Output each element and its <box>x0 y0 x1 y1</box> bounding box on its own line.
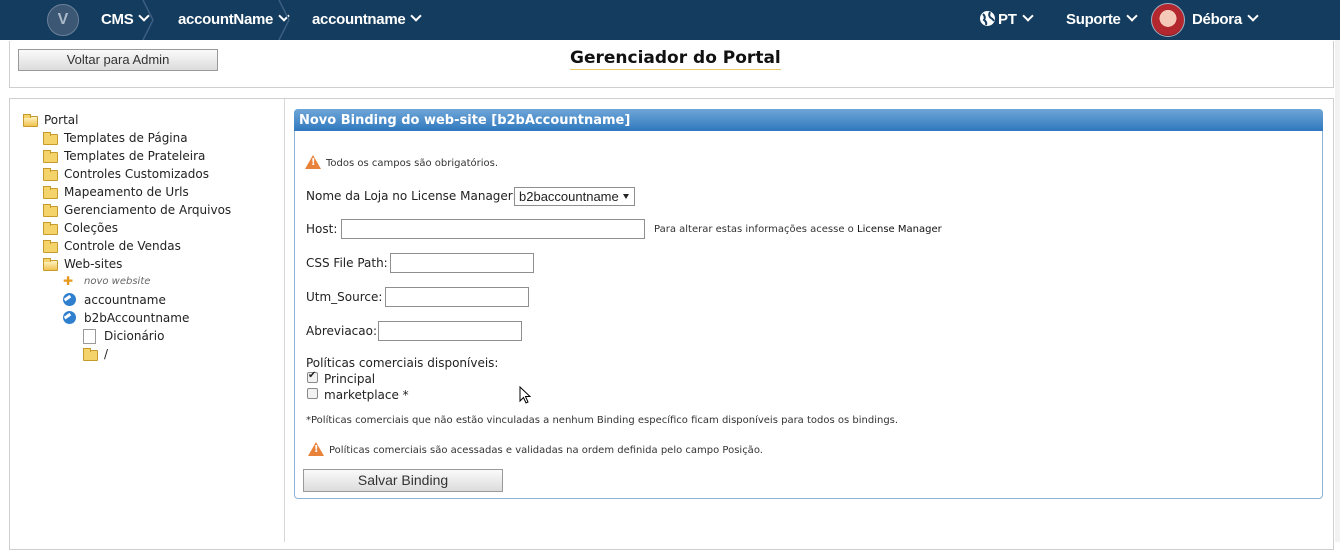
folder-open-icon <box>23 114 38 127</box>
required-note: Todos os campos são obrigatórios. <box>326 158 499 169</box>
tree-label: Templates de Prateleira <box>64 149 206 163</box>
tree-label: Controle de Vendas <box>64 239 181 253</box>
utm-source-input[interactable] <box>385 287 529 307</box>
license-manager-link[interactable]: License Manager <box>857 224 942 235</box>
policies-order-note: Políticas comerciais são acessadas e val… <box>329 445 763 456</box>
folder-open-icon <box>43 258 58 271</box>
cms-label: CMS <box>101 11 134 28</box>
abbreviation-label: Abreviacao: <box>306 324 378 338</box>
user-menu[interactable]: Débora <box>1192 0 1259 40</box>
css-path-input[interactable] <box>390 253 534 273</box>
tree-label: Web-sites <box>64 257 123 271</box>
chevron-down-icon <box>1247 10 1259 22</box>
utm-source-label: Utm_Source: <box>306 290 383 304</box>
vtex-logo-icon[interactable]: V <box>47 4 79 36</box>
website-globe-icon <box>63 311 76 324</box>
chevron-down-icon <box>1021 10 1034 22</box>
store-label: accountname <box>312 11 406 28</box>
warning-icon <box>308 442 324 456</box>
warning-icon <box>305 155 321 169</box>
breadcrumb-separator-icon <box>278 0 290 40</box>
folder-icon <box>43 240 58 253</box>
support-label: Suporte <box>1066 11 1121 28</box>
tree-label: Mapeamento de Urls <box>64 185 189 199</box>
user-name: Débora <box>1192 11 1242 28</box>
tree-label: Portal <box>44 113 79 127</box>
chevron-down-icon <box>1125 10 1138 22</box>
support-menu[interactable]: Suporte <box>1066 0 1138 40</box>
folder-icon <box>43 204 58 217</box>
abbreviation-input[interactable] <box>378 321 522 341</box>
user-avatar[interactable] <box>1151 3 1185 37</box>
tree-label: Coleções <box>64 221 119 235</box>
folder-icon <box>83 348 98 361</box>
page-scrollbar[interactable] <box>1335 40 1340 542</box>
tree-label: Controles Customizados <box>64 167 209 181</box>
tree-label: Gerenciamento de Arquivos <box>64 203 232 217</box>
mouse-cursor-icon <box>519 386 531 404</box>
css-path-label: CSS File Path: <box>306 256 388 270</box>
save-binding-button[interactable]: Salvar Binding <box>303 469 503 492</box>
template-folder-icon <box>43 132 58 145</box>
back-to-admin-button[interactable]: Voltar para Admin <box>18 49 218 71</box>
host-input[interactable] <box>341 219 645 239</box>
form-header: Novo Binding do web-site [b2bAccountname… <box>294 109 1323 131</box>
policies-title: Políticas comerciais disponíveis: <box>306 356 499 370</box>
folder-icon <box>43 222 58 235</box>
sidebar-divider <box>284 99 285 542</box>
url-mapping-folder-icon <box>43 186 58 199</box>
language-label: PT <box>998 11 1017 28</box>
host-hint: Para alterar estas informações acesse o … <box>654 224 942 235</box>
document-icon <box>83 329 96 344</box>
breadcrumb-separator-icon <box>142 0 154 40</box>
tree-label: novo website <box>84 276 151 287</box>
new-star-icon: ✚ <box>63 274 74 288</box>
host-label: Host: <box>306 222 338 236</box>
tree-label: Dicionário <box>104 329 165 343</box>
store-name-label: Nome da Loja no License Manager: <box>306 189 517 203</box>
policy-principal-checkbox[interactable] <box>307 370 318 383</box>
policy-marketplace-checkbox[interactable] <box>307 388 318 399</box>
logo-letter: V <box>57 11 69 28</box>
store-name-select[interactable]: b2baccountname <box>514 187 635 206</box>
policies-footnote: *Políticas comerciais que não estão vinc… <box>306 415 899 426</box>
policy-principal-label: Principal <box>324 372 376 386</box>
page-title: Gerenciador do Portal <box>570 48 781 70</box>
language-menu[interactable]: PT <box>979 0 1034 40</box>
tree-label: / <box>104 347 109 361</box>
controls-folder-icon <box>43 168 58 181</box>
globe-icon <box>980 11 995 26</box>
chevron-down-icon <box>410 10 423 22</box>
store-menu[interactable]: accountname <box>312 0 423 40</box>
tree-label: accountname <box>84 293 166 307</box>
host-hint-text: Para alterar estas informações acesse o <box>654 224 854 235</box>
top-navigation-bar: V CMS accountName accountname PT Suporte… <box>0 0 1340 40</box>
store-name-value: b2baccountname <box>519 189 619 204</box>
website-globe-icon <box>63 293 76 306</box>
dropdown-arrow-icon <box>623 194 629 199</box>
account-menu[interactable]: accountName <box>178 0 290 40</box>
tree-label: b2bAccountname <box>84 311 190 325</box>
template-folder-icon <box>43 150 58 163</box>
tree-label: Templates de Página <box>64 131 188 145</box>
account-label: accountName <box>178 11 274 28</box>
policy-marketplace-label: marketplace * <box>324 388 409 402</box>
